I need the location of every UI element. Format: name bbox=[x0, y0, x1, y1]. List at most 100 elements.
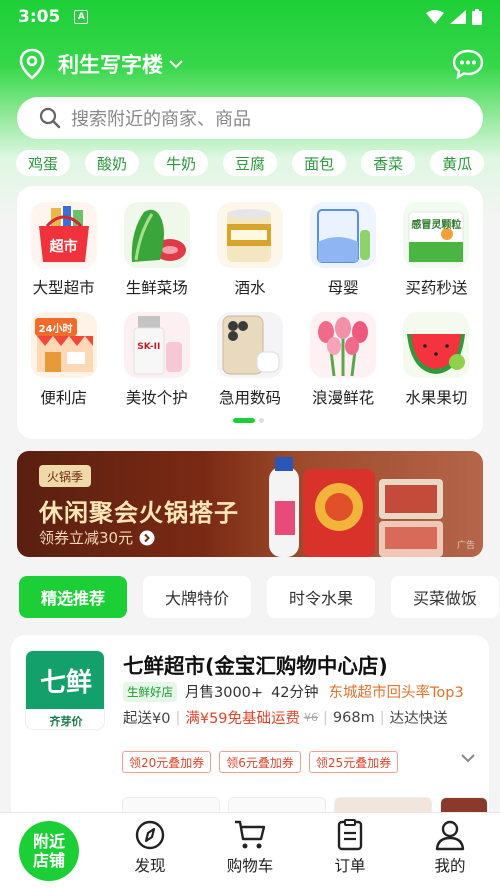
nav-label: 购物车 bbox=[226, 857, 274, 875]
milk-powder-can-icon bbox=[310, 202, 377, 268]
status-time: 3:05 bbox=[18, 7, 61, 27]
coupon-20[interactable]: 领20元叠加券 bbox=[122, 751, 212, 773]
battery-icon bbox=[472, 9, 482, 25]
category-label: 浪漫鲜花 bbox=[312, 389, 375, 407]
nav-nearby-stores[interactable]: 附近 店铺 bbox=[19, 821, 79, 881]
vegetables-meat-icon bbox=[123, 202, 190, 268]
chip-bread[interactable]: 面包 bbox=[292, 150, 347, 176]
category-mother-baby[interactable]: 母婴 bbox=[297, 202, 390, 298]
category-label: 水果果切 bbox=[405, 389, 468, 407]
store-stats: 生鲜好店 月售3000+ 42分钟 东城超市回头率Top3 bbox=[123, 681, 464, 702]
category-fresh-market[interactable]: 生鲜菜场 bbox=[110, 202, 203, 298]
nav-label: 订单 bbox=[334, 857, 366, 875]
store-card[interactable]: 七鲜 齐芽价 七鲜超市(金宝汇购物中心店) 生鲜好店 月售3000+ 42分钟 … bbox=[11, 635, 489, 835]
chevron-down-icon[interactable] bbox=[461, 753, 475, 763]
nav-label: 发现 bbox=[134, 857, 166, 875]
nav-profile[interactable]: 我的 bbox=[410, 819, 490, 876]
store-logo: 七鲜 齐芽价 bbox=[25, 650, 105, 730]
search-bar[interactable]: 搜索附近的商家、商品 bbox=[17, 97, 483, 139]
supermarket-icon-text: 超市 bbox=[49, 239, 78, 255]
chip-milk[interactable]: 牛奶 bbox=[154, 150, 209, 176]
compass-icon bbox=[135, 820, 165, 850]
monthly-sales: 月售3000+ bbox=[185, 685, 264, 701]
beer-bottle-icon bbox=[216, 202, 283, 268]
category-supermarket[interactable]: 超市 大型超市 bbox=[17, 202, 110, 298]
user-icon bbox=[435, 820, 465, 851]
category-card: 超市 大型超市 生鲜菜场 酒水 母婴 感冒灵颗粒 买药秒送 24小时 便利店 S… bbox=[17, 186, 483, 439]
category-label: 大型超市 bbox=[32, 279, 95, 297]
coupon-25[interactable]: 领25元叠加券 bbox=[308, 751, 399, 773]
tab-grocery-cooking[interactable]: 买菜做饭 bbox=[391, 576, 500, 618]
category-label: 生鲜菜场 bbox=[125, 279, 188, 297]
convenience-store-icon: 24小时 bbox=[30, 312, 97, 378]
watermelon-icon bbox=[403, 312, 470, 378]
divider: | bbox=[323, 709, 328, 726]
bottom-nav: 附近 店铺 发现 购物车 订单 我的 bbox=[0, 812, 500, 888]
chip-tofu[interactable]: 豆腐 bbox=[223, 150, 278, 176]
arrow-circle-icon bbox=[139, 530, 155, 545]
tulips-icon bbox=[310, 312, 377, 378]
category-label: 美妆个护 bbox=[125, 389, 188, 407]
promo-banner[interactable]: 火锅季 休闲聚会火锅搭子 领券立减30元 广告 bbox=[17, 451, 483, 557]
order-icon bbox=[337, 819, 363, 851]
search-icon bbox=[39, 107, 61, 129]
category-label: 酒水 bbox=[234, 279, 266, 297]
divider: | bbox=[379, 709, 385, 726]
delivery-time: 42分钟 bbox=[271, 685, 319, 701]
chip-coriander[interactable]: 香菜 bbox=[361, 150, 416, 176]
category-label: 母婴 bbox=[327, 279, 359, 297]
page-indicator bbox=[233, 418, 264, 423]
nav-orders[interactable]: 订单 bbox=[310, 819, 390, 876]
category-drinks[interactable]: 酒水 bbox=[203, 202, 296, 298]
category-fruit[interactable]: 水果果切 bbox=[390, 312, 483, 408]
store-logo-subtext: 齐芽价 bbox=[49, 715, 83, 728]
feed-tabs: 精选推荐 大牌特价 时令水果 买菜做饭 bbox=[19, 576, 500, 618]
message-icon[interactable] bbox=[452, 49, 484, 79]
location-bar: 利生写字楼 bbox=[18, 46, 484, 82]
medicine-box-icon: 感冒灵颗粒 bbox=[403, 202, 470, 268]
banner-subtitle: 领券立减30元 bbox=[39, 527, 155, 548]
coupon-6[interactable]: 领6元叠加券 bbox=[219, 751, 301, 773]
location-selector[interactable]: 利生写字楼 bbox=[58, 49, 163, 79]
delivery-service: 达达快送 bbox=[389, 711, 448, 727]
nav-discover[interactable]: 发现 bbox=[110, 819, 190, 876]
category-grid: 超市 大型超市 生鲜菜场 酒水 母婴 感冒灵颗粒 买药秒送 24小时 便利店 S… bbox=[17, 202, 483, 408]
notification-icon: A bbox=[74, 10, 89, 24]
tab-recommended[interactable]: 精选推荐 bbox=[19, 576, 128, 618]
location-pin-icon bbox=[19, 48, 45, 80]
nav-nearby-line1: 附近 bbox=[32, 832, 65, 851]
category-flowers[interactable]: 浪漫鲜花 bbox=[297, 312, 390, 408]
category-medicine[interactable]: 感冒灵颗粒 买药秒送 bbox=[390, 202, 483, 298]
category-label: 便利店 bbox=[40, 389, 87, 407]
category-convenience-store[interactable]: 24小时 便利店 bbox=[17, 312, 110, 408]
banner-headline: 休闲聚会火锅搭子 bbox=[39, 499, 239, 527]
store-distance: 968m bbox=[332, 709, 375, 726]
convenience-icon-text: 24小时 bbox=[38, 324, 73, 335]
cart-icon bbox=[235, 820, 266, 849]
store-rank: 东城超市回头率Top3 bbox=[328, 685, 464, 701]
ad-label: 广告 bbox=[456, 541, 475, 551]
chip-cucumber[interactable]: 黄瓜 bbox=[430, 150, 485, 176]
tab-seasonal-fruit[interactable]: 时令水果 bbox=[267, 576, 376, 618]
supermarket-basket-icon: 超市 bbox=[30, 202, 97, 268]
beauty-icon-text: SK-II bbox=[137, 342, 161, 352]
store-name[interactable]: 七鲜超市(金宝汇购物中心店) bbox=[123, 649, 388, 679]
category-digital[interactable]: 急用数码 bbox=[203, 312, 296, 408]
signal-icon bbox=[450, 10, 466, 24]
quick-search-chips: 鸡蛋 酸奶 牛奶 豆腐 面包 香菜 黄瓜 bbox=[16, 150, 500, 178]
medicine-icon-text: 感冒灵颗粒 bbox=[411, 220, 462, 231]
nav-cart[interactable]: 购物车 bbox=[210, 819, 290, 876]
wifi-icon bbox=[426, 10, 444, 24]
phone-earbuds-icon bbox=[216, 312, 283, 378]
store-badge: 生鲜好店 bbox=[123, 681, 177, 702]
tab-brand-deals[interactable]: 大牌特价 bbox=[143, 576, 252, 618]
chip-egg[interactable]: 鸡蛋 bbox=[16, 150, 71, 176]
category-beauty[interactable]: SK-II 美妆个护 bbox=[110, 312, 203, 408]
original-fee: ¥6 bbox=[304, 711, 319, 724]
min-order: 起送¥0 bbox=[123, 711, 171, 727]
chip-yogurt[interactable]: 酸奶 bbox=[85, 150, 140, 176]
category-label: 急用数码 bbox=[218, 389, 281, 407]
chevron-down-icon[interactable] bbox=[169, 59, 183, 69]
banner-tag: 火锅季 bbox=[39, 465, 92, 487]
page-dot bbox=[259, 418, 264, 423]
